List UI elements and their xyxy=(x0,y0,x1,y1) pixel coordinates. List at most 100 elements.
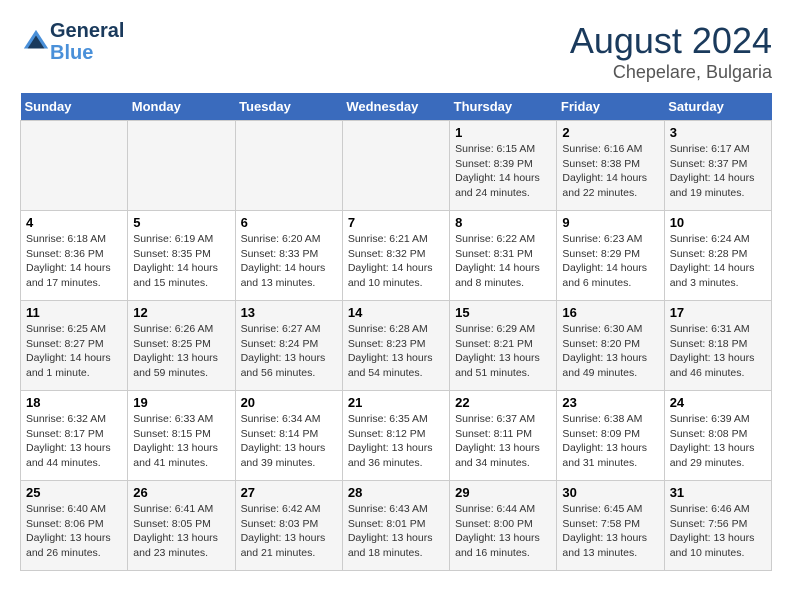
calendar-cell: 11 Sunrise: 6:25 AM Sunset: 8:27 PM Dayli… xyxy=(21,301,128,391)
cell-info: Sunrise: 6:17 AM Sunset: 8:37 PM Dayligh… xyxy=(670,142,766,201)
cell-info: Sunrise: 6:39 AM Sunset: 8:08 PM Dayligh… xyxy=(670,412,766,471)
subtitle: Chepelare, Bulgaria xyxy=(570,62,772,83)
calendar-cell: 27 Sunrise: 6:42 AM Sunset: 8:03 PM Dayli… xyxy=(235,481,342,571)
cell-day-number: 20 xyxy=(241,395,337,410)
cell-day-number: 29 xyxy=(455,485,551,500)
calendar-cell xyxy=(21,121,128,211)
cell-info: Sunrise: 6:18 AM Sunset: 8:36 PM Dayligh… xyxy=(26,232,122,291)
calendar-cell: 12 Sunrise: 6:26 AM Sunset: 8:25 PM Dayli… xyxy=(128,301,235,391)
calendar-cell: 23 Sunrise: 6:38 AM Sunset: 8:09 PM Dayli… xyxy=(557,391,664,481)
cell-info: Sunrise: 6:38 AM Sunset: 8:09 PM Dayligh… xyxy=(562,412,658,471)
calendar-cell: 21 Sunrise: 6:35 AM Sunset: 8:12 PM Dayli… xyxy=(342,391,449,481)
calendar-week-3: 11 Sunrise: 6:25 AM Sunset: 8:27 PM Dayli… xyxy=(21,301,772,391)
calendar-week-4: 18 Sunrise: 6:32 AM Sunset: 8:17 PM Dayli… xyxy=(21,391,772,481)
day-header-wednesday: Wednesday xyxy=(342,93,449,121)
calendar-week-1: 1 Sunrise: 6:15 AM Sunset: 8:39 PM Daylig… xyxy=(21,121,772,211)
calendar-header-row: SundayMondayTuesdayWednesdayThursdayFrid… xyxy=(21,93,772,121)
calendar-cell: 30Sunrise: 6:45 AM Sunset: 7:58 PM Dayli… xyxy=(557,481,664,571)
calendar-cell: 1 Sunrise: 6:15 AM Sunset: 8:39 PM Daylig… xyxy=(450,121,557,211)
logo-line1: General xyxy=(50,20,124,42)
cell-day-number: 28 xyxy=(348,485,444,500)
calendar-cell: 5Sunrise: 6:19 AM Sunset: 8:35 PM Daylig… xyxy=(128,211,235,301)
day-header-monday: Monday xyxy=(128,93,235,121)
calendar-cell xyxy=(235,121,342,211)
cell-day-number: 14 xyxy=(348,305,444,320)
calendar-cell: 19 Sunrise: 6:33 AM Sunset: 8:15 PM Dayli… xyxy=(128,391,235,481)
cell-info: Sunrise: 6:26 AM Sunset: 8:25 PM Dayligh… xyxy=(133,322,229,381)
calendar-cell: 3 Sunrise: 6:17 AM Sunset: 8:37 PM Daylig… xyxy=(664,121,771,211)
day-header-saturday: Saturday xyxy=(664,93,771,121)
cell-info: Sunrise: 6:30 AM Sunset: 8:20 PM Dayligh… xyxy=(562,322,658,381)
cell-day-number: 25 xyxy=(26,485,122,500)
calendar-cell: 25 Sunrise: 6:40 AM Sunset: 8:06 PM Dayli… xyxy=(21,481,128,571)
calendar-cell xyxy=(342,121,449,211)
cell-info: Sunrise: 6:41 AM Sunset: 8:05 PM Dayligh… xyxy=(133,502,229,561)
cell-info: Sunrise: 6:42 AM Sunset: 8:03 PM Dayligh… xyxy=(241,502,337,561)
logo-icon xyxy=(22,28,50,56)
page-header: General Blue August 2024 Chepelare, Bulg… xyxy=(20,20,772,83)
day-header-friday: Friday xyxy=(557,93,664,121)
cell-day-number: 12 xyxy=(133,305,229,320)
cell-info: Sunrise: 6:35 AM Sunset: 8:12 PM Dayligh… xyxy=(348,412,444,471)
calendar-cell: 14 Sunrise: 6:28 AM Sunset: 8:23 PM Dayli… xyxy=(342,301,449,391)
calendar-cell: 22 Sunrise: 6:37 AM Sunset: 8:11 PM Dayli… xyxy=(450,391,557,481)
cell-day-number: 2 xyxy=(562,125,658,140)
cell-day-number: 7 xyxy=(348,215,444,230)
cell-day-number: 19 xyxy=(133,395,229,410)
cell-info: Sunrise: 6:29 AM Sunset: 8:21 PM Dayligh… xyxy=(455,322,551,381)
calendar-cell: 16 Sunrise: 6:30 AM Sunset: 8:20 PM Dayli… xyxy=(557,301,664,391)
day-header-thursday: Thursday xyxy=(450,93,557,121)
calendar-cell: 2 Sunrise: 6:16 AM Sunset: 8:38 PM Daylig… xyxy=(557,121,664,211)
cell-day-number: 18 xyxy=(26,395,122,410)
cell-info: Sunrise: 6:22 AM Sunset: 8:31 PM Dayligh… xyxy=(455,232,551,291)
calendar-cell: 15Sunrise: 6:29 AM Sunset: 8:21 PM Dayli… xyxy=(450,301,557,391)
calendar-cell: 10Sunrise: 6:24 AM Sunset: 8:28 PM Dayli… xyxy=(664,211,771,301)
cell-info: Sunrise: 6:27 AM Sunset: 8:24 PM Dayligh… xyxy=(241,322,337,381)
logo-line2: Blue xyxy=(50,42,124,64)
cell-info: Sunrise: 6:15 AM Sunset: 8:39 PM Dayligh… xyxy=(455,142,551,201)
cell-info: Sunrise: 6:21 AM Sunset: 8:32 PM Dayligh… xyxy=(348,232,444,291)
cell-day-number: 16 xyxy=(562,305,658,320)
cell-info: Sunrise: 6:31 AM Sunset: 8:18 PM Dayligh… xyxy=(670,322,766,381)
cell-day-number: 11 xyxy=(26,305,122,320)
calendar-cell: 13 Sunrise: 6:27 AM Sunset: 8:24 PM Dayli… xyxy=(235,301,342,391)
cell-info: Sunrise: 6:28 AM Sunset: 8:23 PM Dayligh… xyxy=(348,322,444,381)
cell-day-number: 27 xyxy=(241,485,337,500)
main-title: August 2024 xyxy=(570,20,772,62)
calendar-cell: 29Sunrise: 6:44 AM Sunset: 8:00 PM Dayli… xyxy=(450,481,557,571)
cell-info: Sunrise: 6:23 AM Sunset: 8:29 PM Dayligh… xyxy=(562,232,658,291)
calendar-week-5: 25 Sunrise: 6:40 AM Sunset: 8:06 PM Dayli… xyxy=(21,481,772,571)
cell-day-number: 26 xyxy=(133,485,229,500)
cell-day-number: 1 xyxy=(455,125,551,140)
cell-info: Sunrise: 6:46 AM Sunset: 7:56 PM Dayligh… xyxy=(670,502,766,561)
calendar-cell: 7 Sunrise: 6:21 AM Sunset: 8:32 PM Daylig… xyxy=(342,211,449,301)
cell-day-number: 3 xyxy=(670,125,766,140)
cell-day-number: 31 xyxy=(670,485,766,500)
cell-info: Sunrise: 6:43 AM Sunset: 8:01 PM Dayligh… xyxy=(348,502,444,561)
cell-day-number: 9 xyxy=(562,215,658,230)
calendar-cell: 6Sunrise: 6:20 AM Sunset: 8:33 PM Daylig… xyxy=(235,211,342,301)
cell-info: Sunrise: 6:25 AM Sunset: 8:27 PM Dayligh… xyxy=(26,322,122,381)
cell-day-number: 23 xyxy=(562,395,658,410)
day-header-sunday: Sunday xyxy=(21,93,128,121)
cell-day-number: 10 xyxy=(670,215,766,230)
cell-day-number: 30 xyxy=(562,485,658,500)
cell-day-number: 22 xyxy=(455,395,551,410)
calendar-cell: 31 Sunrise: 6:46 AM Sunset: 7:56 PM Dayli… xyxy=(664,481,771,571)
cell-info: Sunrise: 6:32 AM Sunset: 8:17 PM Dayligh… xyxy=(26,412,122,471)
calendar-cell: 4 Sunrise: 6:18 AM Sunset: 8:36 PM Daylig… xyxy=(21,211,128,301)
cell-day-number: 4 xyxy=(26,215,122,230)
cell-day-number: 24 xyxy=(670,395,766,410)
cell-info: Sunrise: 6:33 AM Sunset: 8:15 PM Dayligh… xyxy=(133,412,229,471)
calendar-cell: 28 Sunrise: 6:43 AM Sunset: 8:01 PM Dayli… xyxy=(342,481,449,571)
calendar-cell: 8Sunrise: 6:22 AM Sunset: 8:31 PM Daylig… xyxy=(450,211,557,301)
cell-info: Sunrise: 6:20 AM Sunset: 8:33 PM Dayligh… xyxy=(241,232,337,291)
calendar-week-2: 4 Sunrise: 6:18 AM Sunset: 8:36 PM Daylig… xyxy=(21,211,772,301)
calendar-cell: 24 Sunrise: 6:39 AM Sunset: 8:08 PM Dayli… xyxy=(664,391,771,481)
calendar-cell: 26 Sunrise: 6:41 AM Sunset: 8:05 PM Dayli… xyxy=(128,481,235,571)
cell-day-number: 21 xyxy=(348,395,444,410)
cell-info: Sunrise: 6:40 AM Sunset: 8:06 PM Dayligh… xyxy=(26,502,122,561)
cell-day-number: 13 xyxy=(241,305,337,320)
cell-info: Sunrise: 6:16 AM Sunset: 8:38 PM Dayligh… xyxy=(562,142,658,201)
cell-info: Sunrise: 6:37 AM Sunset: 8:11 PM Dayligh… xyxy=(455,412,551,471)
